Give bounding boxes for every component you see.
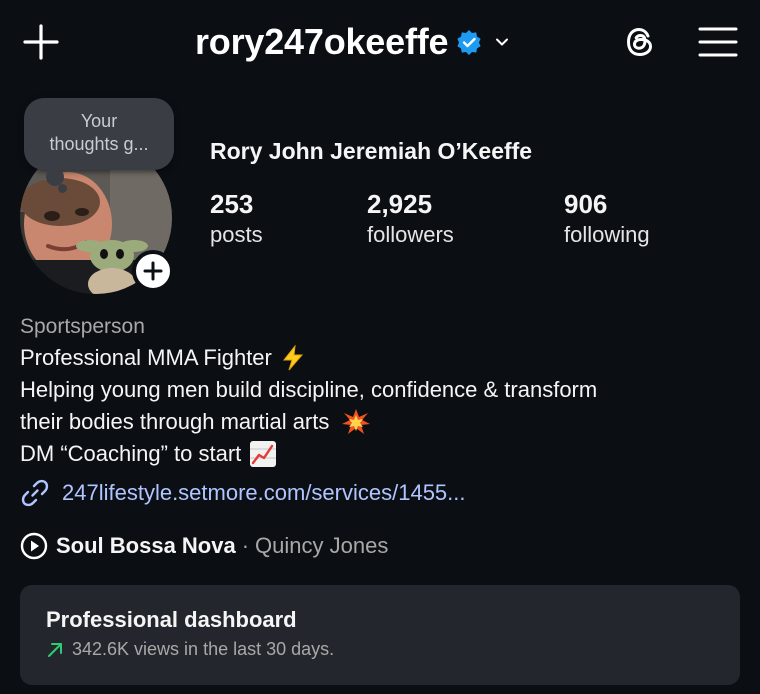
dashboard-subtitle: 342.6K views in the last 30 days. bbox=[46, 639, 334, 660]
posts-label: posts bbox=[210, 222, 263, 247]
bio-line-text: DM “Coaching” to start bbox=[20, 441, 242, 466]
note-bubble[interactable]: Your thoughts g... bbox=[24, 98, 174, 170]
separator-dot: · bbox=[241, 533, 250, 558]
dashboard-title: Professional dashboard bbox=[46, 607, 297, 632]
bio-line: Professional MMA Fighter bbox=[20, 342, 740, 374]
chevron-down-icon bbox=[496, 38, 509, 46]
plus-icon bbox=[143, 261, 163, 281]
threads-icon[interactable] bbox=[620, 22, 660, 62]
username: rory247okeeffe bbox=[195, 21, 449, 62]
profile-music[interactable]: Soul Bossa Nova · Quincy Jones bbox=[20, 532, 388, 560]
collision-emoji bbox=[342, 409, 371, 434]
account-switcher[interactable]: rory247okeeffe bbox=[195, 18, 510, 66]
followers-label: followers bbox=[367, 222, 454, 247]
bio-line: DM “Coaching” to start bbox=[20, 438, 740, 470]
bio-link[interactable]: 247lifestyle.setmore.com/services/1455..… bbox=[20, 478, 466, 508]
top-bar: rory247okeeffe bbox=[0, 0, 760, 86]
dashboard-views-text: 342.6K views in the last 30 days. bbox=[72, 639, 335, 659]
song-title: Soul Bossa Nova bbox=[56, 533, 236, 558]
trend-up-arrow-icon bbox=[48, 642, 62, 657]
link-text: 247lifestyle.setmore.com/services/1455..… bbox=[62, 480, 466, 505]
note-line-1: Your bbox=[80, 111, 118, 131]
bio: Sportsperson Professional MMA Fighter He… bbox=[20, 312, 740, 470]
note-line-2: thoughts g... bbox=[49, 134, 149, 154]
note-bubble-tail-small bbox=[58, 184, 67, 193]
add-story-button[interactable] bbox=[132, 250, 174, 292]
full-name: Rory John Jeremiah O’Keeffe bbox=[210, 138, 533, 164]
stat-posts[interactable]: 253 posts bbox=[210, 188, 263, 250]
chart-increasing-emoji bbox=[250, 441, 277, 467]
bio-line-text: Professional MMA Fighter bbox=[20, 345, 272, 370]
posts-count: 253 bbox=[210, 189, 254, 219]
lightning-emoji bbox=[282, 345, 303, 371]
verified-badge-icon bbox=[457, 30, 481, 55]
category-label: Sportsperson bbox=[20, 315, 145, 338]
bio-line-text: their bodies through martial arts bbox=[20, 409, 330, 434]
professional-dashboard-card[interactable]: Professional dashboard 342.6K views in t… bbox=[20, 585, 740, 685]
following-label: following bbox=[564, 222, 650, 247]
play-icon bbox=[20, 532, 48, 560]
artist-name: Quincy Jones bbox=[255, 533, 389, 558]
link-icon bbox=[21, 479, 49, 507]
stat-following[interactable]: 906 following bbox=[564, 188, 650, 250]
following-count: 906 bbox=[564, 189, 608, 219]
profile-screen: rory247okeeffe Your thoughts g... Rory J… bbox=[0, 0, 760, 694]
stat-followers[interactable]: 2,925 followers bbox=[367, 188, 454, 250]
hamburger-menu-icon[interactable] bbox=[698, 25, 738, 59]
bio-line: Helping young men build discipline, conf… bbox=[20, 374, 740, 406]
bio-line-text: Helping young men build discipline, conf… bbox=[20, 377, 598, 402]
plus-icon[interactable] bbox=[22, 23, 60, 61]
bio-line: their bodies through martial arts bbox=[20, 406, 740, 438]
followers-count: 2,925 bbox=[367, 189, 433, 219]
